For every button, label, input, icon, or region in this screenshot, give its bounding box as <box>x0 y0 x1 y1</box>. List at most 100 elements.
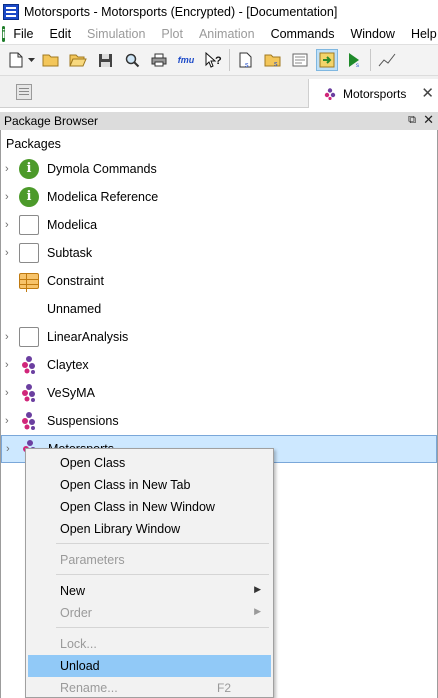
document-tab-row: Motorsports ✕ <box>0 75 438 108</box>
expand-arrow-icon[interactable]: › <box>5 332 13 343</box>
menu-item-label: Order <box>60 606 92 620</box>
tree-row-modelica[interactable]: › Modelica <box>1 212 437 240</box>
package-icon <box>19 215 39 235</box>
close-panel-icon[interactable]: ✕ <box>423 113 434 127</box>
dropdown-arrow-icon[interactable] <box>27 49 35 71</box>
menu-item-label: Open Class <box>60 456 126 470</box>
expand-arrow-icon[interactable]: › <box>5 416 13 427</box>
menu-item-label: Parameters <box>60 553 125 567</box>
claytex-icon <box>22 356 35 374</box>
tree-row-unnamed[interactable]: Unnamed <box>1 296 437 324</box>
toolbar-grip-icon[interactable] <box>16 84 32 100</box>
tree-row-suspensions[interactable]: › Suspensions <box>1 408 437 436</box>
toolbar-separator <box>370 49 371 71</box>
save-icon[interactable] <box>94 49 116 71</box>
tree-row-constraint[interactable]: Constraint <box>1 268 437 296</box>
info-icon: i <box>19 187 39 207</box>
svg-text:s: s <box>245 62 249 68</box>
menu-help[interactable]: Help <box>403 27 438 41</box>
info-icon: i <box>19 159 39 179</box>
package-icon <box>19 243 39 263</box>
expand-arrow-icon[interactable]: › <box>5 360 13 371</box>
tree-row-vesyma[interactable]: › VeSyMA <box>1 380 437 408</box>
submenu-arrow-icon: ▶ <box>254 584 261 594</box>
menu-item-lock[interactable]: Lock... <box>28 633 271 655</box>
search-icon[interactable] <box>121 49 143 71</box>
claytex-icon <box>22 384 35 402</box>
package-browser-header: Package Browser ⧉ ✕ <box>0 112 438 130</box>
tree-row-claytex[interactable]: › Claytex <box>1 352 437 380</box>
dymola-app-icon[interactable] <box>3 3 19 20</box>
menu-item-open-library-window[interactable]: Open Library Window <box>28 518 271 540</box>
plot-icon[interactable] <box>376 49 398 71</box>
menu-item-parameters[interactable]: Parameters <box>28 549 271 571</box>
tree-root-label: Packages <box>6 137 61 151</box>
menu-plot[interactable]: Plot <box>153 27 191 41</box>
print-icon[interactable] <box>148 49 170 71</box>
expand-arrow-icon[interactable]: › <box>5 164 13 175</box>
expand-arrow-icon[interactable]: › <box>5 192 13 203</box>
menu-item-new[interactable]: New ▶ <box>28 580 271 602</box>
new-library-icon[interactable]: s <box>235 49 257 71</box>
tree-row-label: Constraint <box>47 274 104 288</box>
float-panel-icon[interactable]: ⧉ <box>406 114 418 126</box>
tree-row-label: VeSyMA <box>47 386 95 400</box>
menu-item-open-class-new-window[interactable]: Open Class in New Window <box>28 496 271 518</box>
menu-item-label: New <box>60 584 86 598</box>
menu-item-unload[interactable]: Unload <box>28 655 271 677</box>
expand-arrow-icon[interactable]: › <box>5 220 13 231</box>
tree-row-subtask[interactable]: › Subtask <box>1 240 437 268</box>
menu-bar: i File Edit Simulation Plot Animation Co… <box>0 23 438 44</box>
package-icon <box>19 327 39 347</box>
menu-item-label: Rename... <box>60 681 118 695</box>
claytex-icon <box>324 87 336 100</box>
expand-arrow-icon[interactable]: › <box>6 444 14 455</box>
tab-label: Motorsports <box>343 86 407 101</box>
new-icon[interactable] <box>5 49 27 71</box>
menu-commands[interactable]: Commands <box>263 27 343 41</box>
menu-item-open-class[interactable]: Open Class <box>28 452 271 474</box>
help-cursor-icon[interactable]: ? <box>202 49 224 71</box>
tree-row-label: Suspensions <box>47 414 119 428</box>
menu-item-shortcut: F2 <box>216 681 231 695</box>
menu-window[interactable]: Window <box>342 27 402 41</box>
menu-item-rename[interactable]: Rename... F2 <box>28 677 271 698</box>
menu-file[interactable]: File <box>5 27 41 41</box>
open-folder-icon[interactable] <box>67 49 89 71</box>
menu-item-label: Open Library Window <box>60 522 181 536</box>
tree-row-linearanalysis[interactable]: › LinearAnalysis <box>1 324 437 352</box>
load-icon[interactable] <box>316 49 338 71</box>
menu-item-label: Open Class in New Window <box>60 500 215 514</box>
tree-row-modelica-reference[interactable]: › i Modelica Reference <box>1 184 437 212</box>
tree-row-label: Dymola Commands <box>47 162 157 176</box>
tab-motorsports[interactable]: Motorsports ✕ <box>308 79 438 108</box>
fmu-icon[interactable]: fmu <box>175 49 197 71</box>
documentation-icon[interactable] <box>289 49 311 71</box>
menu-item-label: Lock... <box>60 637 97 651</box>
menu-item-order[interactable]: Order ▶ <box>28 602 271 624</box>
menu-item-label: Unload <box>60 659 100 673</box>
window-title: Motorsports - Motorsports (Encrypted) - … <box>24 4 338 19</box>
menu-edit[interactable]: Edit <box>42 27 80 41</box>
simulate-icon[interactable]: s <box>343 49 365 71</box>
svg-text:?: ? <box>215 55 222 67</box>
menu-separator <box>56 574 269 575</box>
menu-animation[interactable]: Animation <box>191 27 263 41</box>
svg-text:s: s <box>274 61 278 67</box>
open-library-icon[interactable]: s <box>262 49 284 71</box>
tree-row-label: Unnamed <box>47 302 102 316</box>
expand-arrow-icon[interactable]: › <box>5 248 13 259</box>
table-icon <box>19 273 39 292</box>
open-icon[interactable] <box>40 49 62 71</box>
menu-item-label: Open Class in New Tab <box>60 478 191 492</box>
package-browser-title: Package Browser <box>4 114 99 128</box>
menu-item-open-class-new-tab[interactable]: Open Class in New Tab <box>28 474 271 496</box>
close-tab-icon[interactable]: ✕ <box>421 84 434 102</box>
tree-row-label: Modelica Reference <box>47 190 159 204</box>
expand-arrow-icon[interactable]: › <box>5 388 13 399</box>
main-toolbar: fmu ? s s s <box>0 44 438 75</box>
tree-row-dymola-commands[interactable]: › i Dymola Commands <box>1 156 437 184</box>
menu-separator <box>56 627 269 628</box>
menu-simulation[interactable]: Simulation <box>79 27 153 41</box>
tree-row-label: LinearAnalysis <box>47 330 129 344</box>
